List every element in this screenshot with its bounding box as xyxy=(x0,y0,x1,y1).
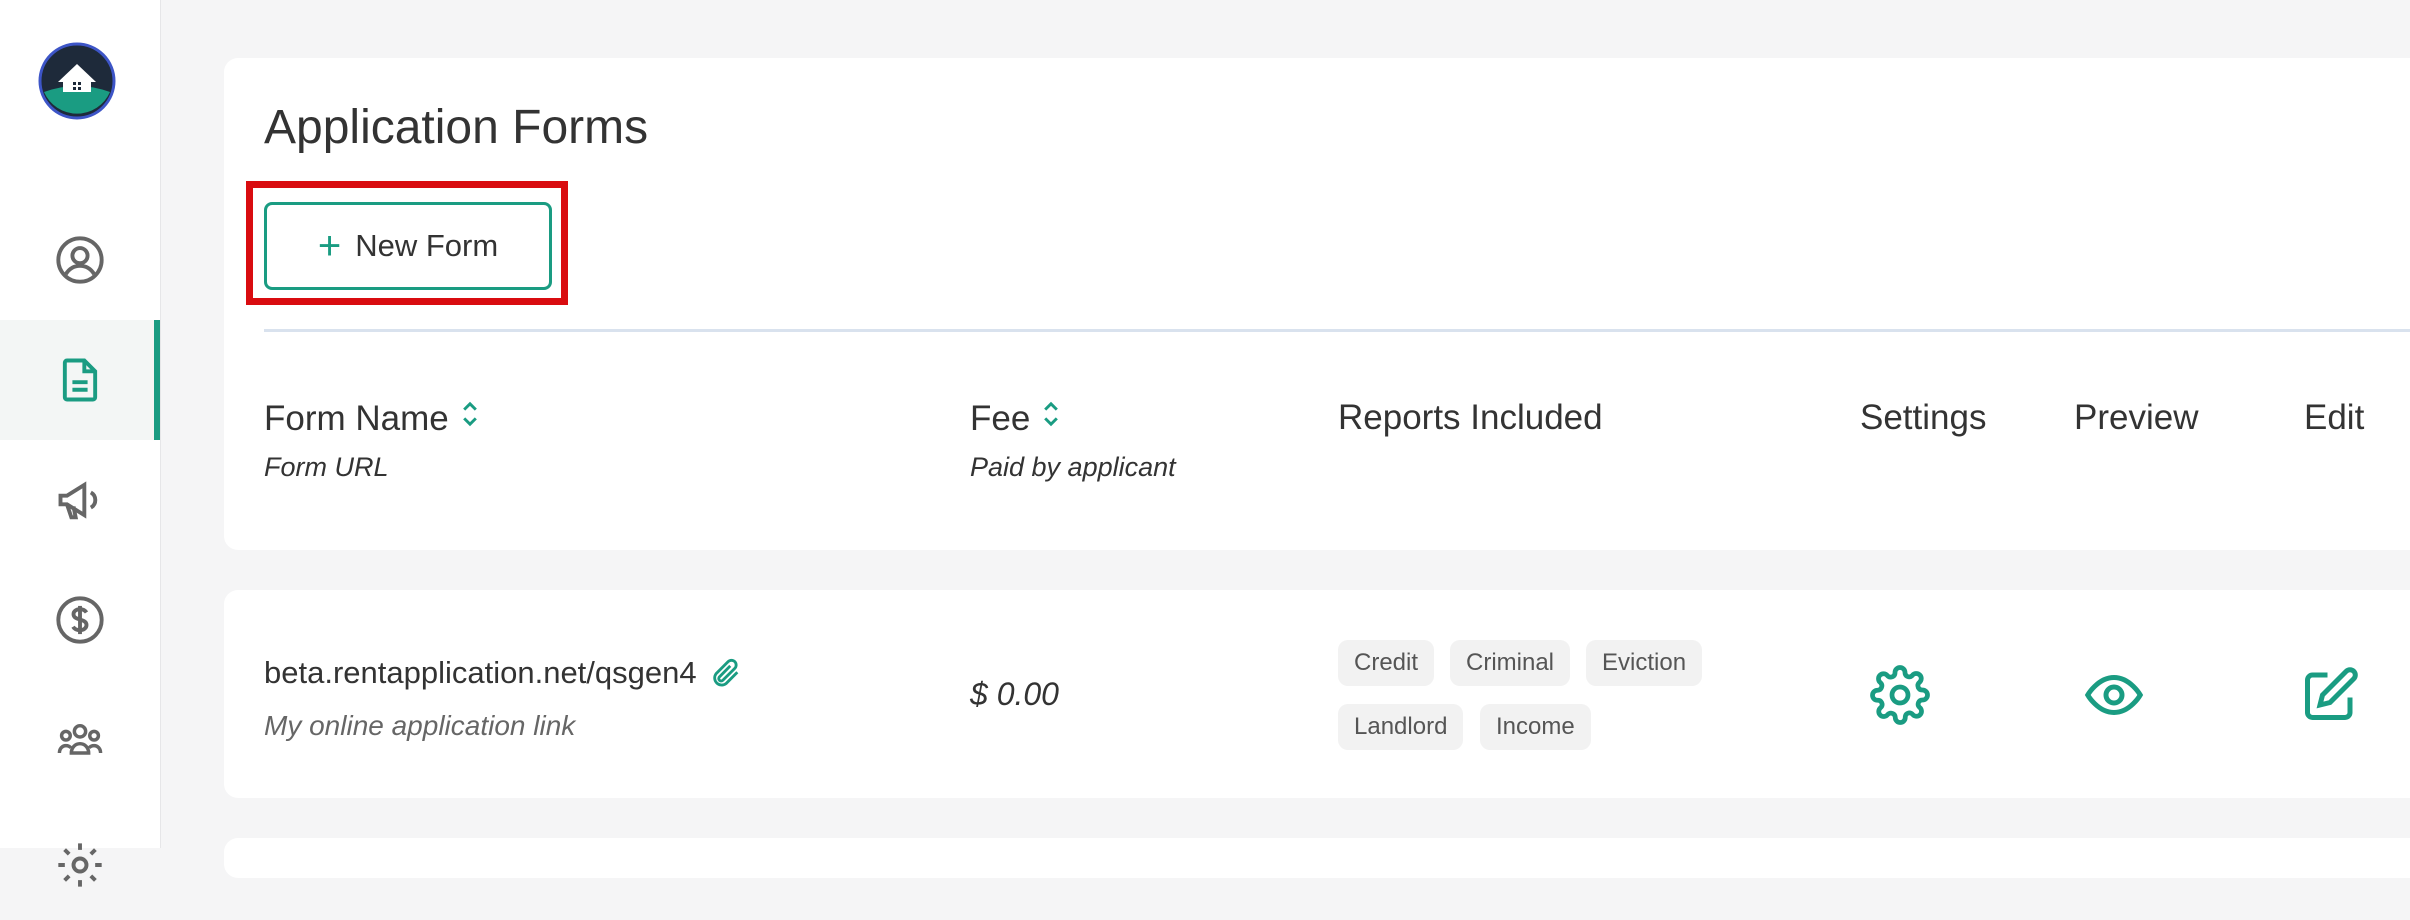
sidebar-item-team[interactable] xyxy=(0,680,160,800)
header-reports: Reports Included xyxy=(1338,398,1603,437)
sort-icon xyxy=(1040,398,1062,439)
group-icon xyxy=(57,723,103,755)
fee-value: $ 0.00 xyxy=(970,676,1059,712)
sort-icon xyxy=(459,398,481,439)
report-tag-eviction: Eviction xyxy=(1586,640,1703,686)
edit-icon[interactable] xyxy=(2300,665,2360,725)
sidebar-item-profile[interactable] xyxy=(0,200,160,320)
header-divider xyxy=(264,329,2410,332)
fee-label: Fee xyxy=(970,398,1031,438)
header-preview: Preview xyxy=(2074,398,2199,437)
sidebar xyxy=(0,0,161,887)
settings-gear-icon[interactable] xyxy=(1870,665,1930,725)
page-title: Application Forms xyxy=(264,101,649,154)
user-circle-icon xyxy=(56,236,104,284)
new-form-button[interactable]: + New Form xyxy=(264,202,552,290)
table-row xyxy=(224,838,2410,878)
plus-icon: + xyxy=(317,224,342,268)
header-fee-sub: Paid by applicant xyxy=(970,452,1176,482)
megaphone-icon xyxy=(58,481,98,520)
form-url-description: My online application link xyxy=(264,710,576,741)
preview-eye-icon[interactable] xyxy=(2084,665,2144,725)
header-fee[interactable]: Fee xyxy=(970,398,1062,439)
header-form-name[interactable]: Form Name xyxy=(264,398,481,439)
report-tag-criminal: Criminal xyxy=(1450,640,1571,686)
form-url-text: beta.rentapplication.net/qsgen4 xyxy=(264,655,697,690)
sidebar-item-forms[interactable] xyxy=(0,320,160,440)
house-logo-icon[interactable] xyxy=(38,42,116,120)
report-tag-landlord: Landlord xyxy=(1338,704,1464,750)
paperclip-icon[interactable] xyxy=(709,656,743,690)
sidebar-item-payments[interactable] xyxy=(0,560,160,680)
header-settings: Settings xyxy=(1860,398,1987,437)
sidebar-item-settings[interactable] xyxy=(0,800,160,920)
new-form-label: New Form xyxy=(355,228,499,263)
report-tag-income: Income xyxy=(1480,704,1591,750)
table-row xyxy=(224,590,2410,798)
header-edit: Edit xyxy=(2304,398,2365,437)
report-tag-credit: Credit xyxy=(1338,640,1435,686)
document-icon xyxy=(62,358,98,402)
form-url-link[interactable]: beta.rentapplication.net/qsgen4 xyxy=(264,655,743,691)
header-form-url: Form URL xyxy=(264,452,389,482)
sidebar-item-marketing[interactable] xyxy=(0,440,160,560)
dollar-circle-icon xyxy=(56,596,104,644)
form-name-label: Form Name xyxy=(264,398,449,438)
gear-icon xyxy=(58,843,102,887)
